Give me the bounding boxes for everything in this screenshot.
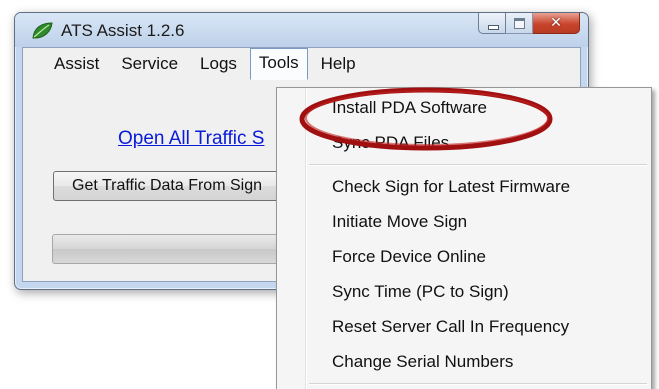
menu-item-reset-server-call-frequency[interactable]: Reset Server Call In Frequency — [332, 317, 569, 337]
close-button[interactable]: ✕ — [533, 13, 580, 34]
menu-separator — [309, 164, 647, 166]
menu-item-force-device-online[interactable]: Force Device Online — [332, 247, 486, 267]
title-bar[interactable]: ATS Assist 1.2.6 ✕ — [15, 13, 588, 47]
window-title: ATS Assist 1.2.6 — [61, 21, 185, 40]
menu-assist[interactable]: Assist — [45, 49, 108, 79]
caption-buttons: ✕ — [478, 13, 580, 35]
menu-service[interactable]: Service — [112, 49, 187, 79]
menu-item-install-pda-software[interactable]: Install PDA Software — [332, 98, 487, 118]
menu-item-initiate-move-sign[interactable]: Initiate Move Sign — [332, 212, 467, 232]
menu-separator — [309, 383, 647, 385]
get-traffic-data-button[interactable]: Get Traffic Data From Sign — [53, 171, 313, 201]
tools-dropdown-menu: Install PDA Software Sync PDA Files Chec… — [276, 87, 652, 389]
menu-item-change-serial-numbers[interactable]: Change Serial Numbers — [332, 352, 513, 372]
menu-item-sync-time[interactable]: Sync Time (PC to Sign) — [332, 282, 509, 302]
menu-item-sync-pda-files[interactable]: Sync PDA Files — [332, 133, 449, 153]
menu-logs[interactable]: Logs — [191, 49, 246, 79]
leaf-icon — [32, 22, 53, 39]
menu-tools[interactable]: Tools — [249, 48, 308, 80]
maximize-button[interactable] — [506, 13, 533, 34]
open-all-traffic-link[interactable]: Open All Traffic S — [118, 128, 264, 150]
menu-bar: Assist Service Logs Tools Help — [23, 48, 580, 80]
minimize-button[interactable] — [478, 13, 506, 34]
menu-help[interactable]: Help — [312, 49, 365, 79]
menu-item-check-sign-firmware[interactable]: Check Sign for Latest Firmware — [332, 177, 570, 197]
screenshot-stage: ATS Assist 1.2.6 ✕ Assist Service Logs T… — [0, 0, 659, 389]
close-icon: ✕ — [550, 15, 562, 31]
